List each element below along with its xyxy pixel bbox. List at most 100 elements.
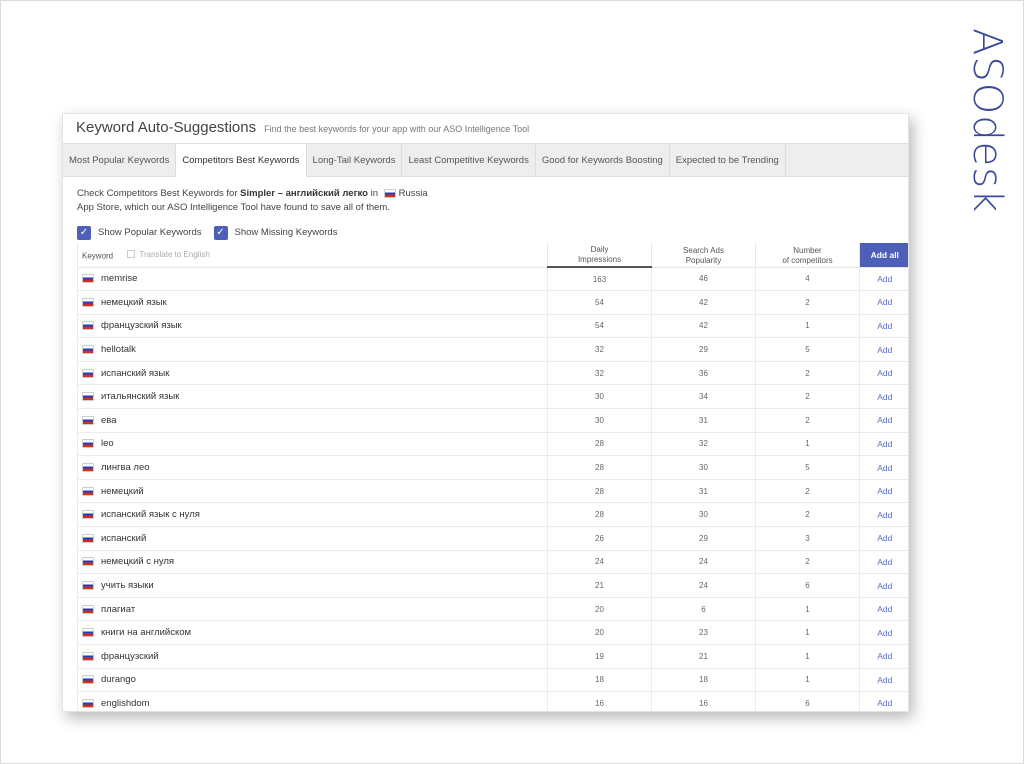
competitors-cell: 1 — [755, 620, 860, 645]
popularity-cell: 24 — [651, 573, 756, 598]
keyword-cell: немецкий с нуля — [77, 550, 548, 575]
table-row: итальянский язык 30 34 2 Add — [77, 384, 908, 410]
translate-label: Translate to English — [139, 249, 210, 259]
add-keyword-button[interactable]: Add — [859, 267, 908, 292]
keyword-text: немецкий — [101, 485, 144, 497]
keyword-cell: испанский язык — [77, 361, 548, 386]
russia-flag-icon — [82, 415, 94, 425]
competitors-cell: 6 — [755, 573, 860, 598]
add-keyword-button[interactable]: Add — [859, 550, 908, 575]
keyword-text: немецкий с нуля — [101, 556, 175, 568]
table-row: memrise 163 46 4 Add — [77, 267, 908, 292]
keyword-header: Keyword Translate to English — [77, 243, 548, 268]
add-keyword-button[interactable]: Add — [859, 691, 908, 711]
show-missing-toggle[interactable]: ✓ Show Missing Keywords — [213, 225, 337, 240]
add-keyword-button[interactable]: Add — [859, 361, 908, 386]
add-keyword-button[interactable]: Add — [859, 620, 908, 645]
add-all-button[interactable]: Add all — [859, 243, 908, 268]
show-popular-toggle[interactable]: ✓ Show Popular Keywords — [77, 225, 202, 240]
russia-flag-icon — [82, 463, 94, 473]
impressions-cell: 20 — [547, 620, 652, 645]
add-keyword-button[interactable]: Add — [859, 479, 908, 504]
table-row: книги на английском 20 23 1 Add — [77, 620, 908, 645]
popularity-cell: 23 — [651, 620, 756, 645]
russia-flag-icon — [82, 486, 94, 496]
impressions-cell: 20 — [547, 597, 652, 622]
tab-least-competitive[interactable]: Least Competitive Keywords — [402, 144, 536, 176]
impressions-cell: 26 — [547, 526, 652, 551]
keyword-cell: итальянский язык — [77, 384, 548, 410]
keyword-suggestions-panel: Keyword Auto-Suggestions Find the best k… — [62, 113, 909, 712]
competitors-cell: 4 — [755, 267, 860, 292]
impressions-cell: 24 — [547, 550, 652, 575]
russia-flag-icon — [82, 368, 94, 378]
popularity-cell: 42 — [651, 290, 756, 315]
translate-toggle[interactable]: Translate to English — [127, 249, 210, 259]
tab-long-tail[interactable]: Long-Tail Keywords — [307, 144, 403, 176]
impressions-header-line1: Daily — [590, 245, 609, 254]
keyword-text: учить языки — [101, 580, 154, 592]
table-row: учить языки 21 24 6 Add — [77, 573, 908, 598]
add-keyword-button[interactable]: Add — [859, 384, 908, 410]
table-row: плагиат 20 6 1 Add — [77, 597, 908, 622]
competitors-cell: 1 — [755, 668, 860, 693]
impressions-cell: 32 — [547, 361, 652, 386]
competitors-cell: 2 — [755, 384, 860, 410]
competitors-header[interactable]: Number of competitors — [755, 243, 860, 268]
keyword-text: leo — [101, 438, 114, 450]
tab-most-popular[interactable]: Most Popular Keywords — [63, 144, 177, 176]
popularity-cell: 34 — [651, 384, 756, 410]
add-keyword-button[interactable]: Add — [859, 502, 908, 528]
add-keyword-button[interactable]: Add — [859, 668, 908, 693]
keyword-text: плагиат — [101, 603, 136, 615]
popularity-cell: 46 — [651, 267, 756, 292]
russia-flag-icon — [82, 604, 94, 614]
add-keyword-button[interactable]: Add — [859, 597, 908, 622]
add-keyword-button[interactable]: Add — [859, 573, 908, 598]
keyword-cell: englishdom — [77, 691, 548, 711]
panel-subtitle: Find the best keywords for your app with… — [264, 124, 530, 134]
add-keyword-button[interactable]: Add — [859, 290, 908, 315]
table-row: hellotalk 32 29 5 Add — [77, 337, 908, 362]
impressions-cell: 32 — [547, 337, 652, 362]
impressions-cell: 21 — [547, 573, 652, 598]
add-keyword-button[interactable]: Add — [859, 408, 908, 433]
intro-in: in — [367, 188, 381, 199]
russia-flag-icon — [82, 297, 94, 307]
keyword-cell: немецкий язык — [77, 290, 548, 315]
add-keyword-button[interactable]: Add — [859, 526, 908, 551]
popularity-header[interactable]: Search Ads Popularity — [651, 243, 756, 268]
popularity-cell: 31 — [651, 408, 756, 433]
keyword-text: лингва лео — [101, 462, 150, 474]
table-row: лингва лео 28 30 5 Add — [77, 455, 908, 480]
keyword-cell: книги на английском — [77, 620, 548, 645]
add-keyword-button[interactable]: Add — [859, 337, 908, 362]
impressions-cell: 54 — [547, 290, 652, 315]
checkbox-checked-icon[interactable]: ✓ — [213, 225, 228, 240]
impressions-header[interactable]: Daily Impressions — [547, 243, 652, 268]
tab-expected-trending[interactable]: Expected to be Trending — [670, 144, 786, 176]
add-keyword-button[interactable]: Add — [859, 314, 908, 339]
competitors-cell: 2 — [755, 479, 860, 504]
competitors-cell: 2 — [755, 408, 860, 433]
tab-keywords-boosting[interactable]: Good for Keywords Boosting — [536, 144, 670, 176]
panel-title: Keyword Auto-Suggestions — [76, 119, 257, 136]
intro-suffix: App Store, which our ASO Intelligence To… — [77, 202, 390, 213]
impressions-cell: 54 — [547, 314, 652, 339]
competitors-cell: 1 — [755, 644, 860, 669]
tab-competitors-best[interactable]: Competitors Best Keywords — [176, 144, 307, 177]
popularity-cell: 18 — [651, 668, 756, 693]
keyword-text: французский — [101, 650, 159, 662]
translate-checkbox[interactable] — [127, 250, 136, 258]
competitors-cell: 2 — [755, 550, 860, 575]
impressions-cell: 163 — [547, 267, 652, 292]
competitors-cell: 6 — [755, 691, 860, 711]
russia-flag-icon — [82, 439, 94, 449]
keyword-text: испанский язык с нуля — [101, 509, 200, 521]
add-keyword-button[interactable]: Add — [859, 644, 908, 669]
keyword-cell: французский язык — [77, 314, 548, 339]
checkbox-checked-icon[interactable]: ✓ — [77, 225, 91, 240]
add-keyword-button[interactable]: Add — [859, 455, 908, 480]
intro-text: Check Competitors Best Keywords for Simp… — [63, 177, 908, 215]
add-keyword-button[interactable]: Add — [859, 432, 908, 457]
